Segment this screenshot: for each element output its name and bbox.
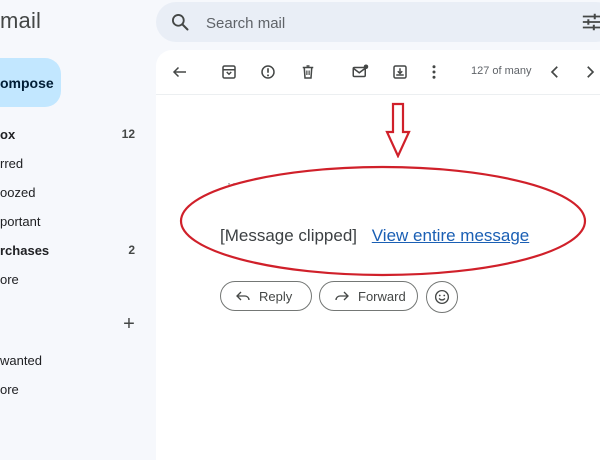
delete-icon[interactable] — [298, 62, 318, 82]
gmail-logo-text: mail — [0, 8, 42, 33]
chevron-right-icon[interactable] — [580, 62, 600, 82]
sidebar-item-label: wanted — [0, 353, 42, 368]
sidebar-item-label: rred — [0, 156, 24, 171]
emoji-reaction-button[interactable] — [426, 281, 458, 313]
sidebar-item-label-wanted[interactable]: wanted — [0, 346, 145, 375]
unread-count: 12 — [121, 127, 135, 141]
search-icon[interactable] — [170, 12, 190, 32]
sidebar-item-label: ore — [0, 272, 19, 287]
sidebar-item-inbox[interactable]: ox 12 — [0, 120, 145, 149]
sidebar-item-label: ore — [0, 382, 19, 397]
sidebar-item-starred[interactable]: rred — [0, 149, 145, 178]
sidebar-item-snoozed[interactable]: oozed — [0, 178, 145, 207]
add-label-button[interactable]: + — [119, 314, 139, 334]
message-panel: 127 of many ·· [Message clipped] View en… — [156, 50, 600, 460]
back-arrow-icon[interactable] — [170, 62, 190, 82]
sidebar-item-label: oozed — [0, 185, 36, 200]
move-to-icon[interactable] — [390, 62, 410, 82]
sidebar-item-purchases[interactable]: rchases 2 — [0, 236, 145, 265]
sidebar-item-label: portant — [0, 214, 41, 229]
sidebar-item-label: rchases — [0, 243, 50, 258]
report-spam-icon[interactable] — [258, 62, 278, 82]
forward-icon — [335, 291, 349, 301]
reply-label: Reply — [259, 288, 293, 304]
mark-unread-icon[interactable] — [350, 62, 370, 82]
forward-label: Forward — [358, 288, 406, 304]
search-input[interactable] — [204, 2, 568, 44]
reply-icon — [236, 291, 250, 301]
annotation-ellipse-icon — [179, 165, 587, 277]
search-bar — [156, 2, 600, 44]
sidebar-item-important[interactable]: portant — [0, 207, 145, 236]
message-toolbar: 127 of many — [156, 50, 600, 95]
unread-count: 2 — [128, 243, 135, 257]
reply-button[interactable]: Reply — [220, 281, 312, 311]
sidebar-item-labels-more[interactable]: ore — [0, 375, 145, 404]
compose-label: ompose — [0, 74, 54, 91]
sidebar-nav: ox 12 rred oozed portant rchases 2 ore — [0, 120, 145, 294]
chevron-left-icon[interactable] — [545, 62, 565, 82]
sidebar-item-label: ox — [0, 127, 16, 142]
emoji-icon — [434, 289, 450, 305]
sidebar-item-more[interactable]: ore — [0, 265, 145, 294]
search-options-icon[interactable] — [581, 12, 600, 32]
more-vert-icon[interactable] — [424, 62, 444, 82]
labels-nav: wanted ore — [0, 346, 145, 404]
forward-button[interactable]: Forward — [319, 281, 418, 311]
annotation-arrow-icon — [385, 102, 411, 158]
pagination-text: 127 of many — [471, 65, 532, 77]
compose-button[interactable]: ompose — [0, 58, 61, 107]
archive-icon[interactable] — [219, 62, 239, 82]
